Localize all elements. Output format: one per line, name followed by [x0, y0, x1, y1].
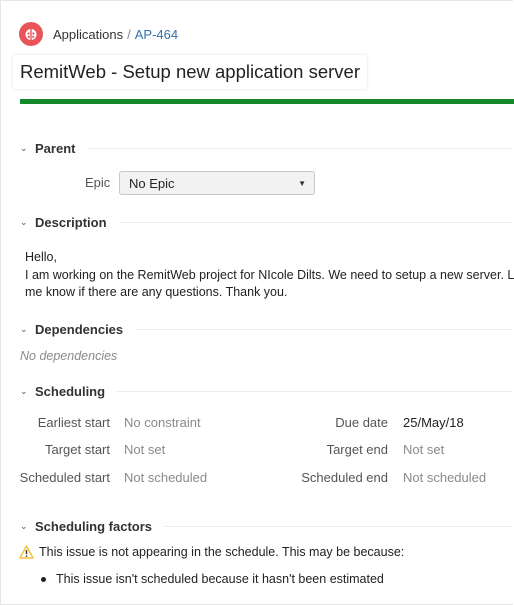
due-date-label: Due date	[335, 415, 388, 430]
breadcrumb: Applications / AP-464	[19, 21, 178, 47]
divider	[135, 328, 513, 330]
divider	[118, 221, 513, 223]
chevron-down-icon: ⌄	[20, 142, 28, 153]
description-line: I am working on the RemitWeb project for…	[25, 267, 514, 282]
bullet	[41, 576, 46, 582]
due-date-value[interactable]: 25/May/18	[403, 415, 464, 430]
section-heading-scheduling: Scheduling	[35, 383, 106, 399]
section-heading-dependencies: Dependencies	[35, 321, 124, 337]
schedule-warning-text: This issue is not appearing in the sched…	[39, 545, 405, 559]
breadcrumb-project[interactable]: Applications	[53, 27, 123, 42]
section-toggle-parent[interactable]: ⌄ Parent	[20, 139, 513, 157]
schedule-warning: This issue is not appearing in the sched…	[19, 545, 404, 559]
epic-label: Epic	[85, 175, 111, 190]
chevron-down-icon: ⌄	[20, 216, 28, 227]
earliest-start-value[interactable]: No constraint	[124, 415, 201, 430]
section-heading-scheduling-factors: Scheduling factors	[35, 518, 153, 534]
section-toggle-description[interactable]: ⌄ Description	[20, 213, 513, 231]
issue-title[interactable]: RemitWeb - Setup new application server	[13, 55, 367, 89]
progress-bar-fill	[20, 99, 514, 104]
chevron-down-icon: ⌄	[20, 323, 28, 334]
section-heading-parent: Parent	[35, 140, 76, 156]
section-toggle-scheduling-factors[interactable]: ⌄ Scheduling factors	[20, 517, 513, 535]
breadcrumb-separator: /	[127, 26, 131, 42]
target-end-label: Target end	[326, 442, 388, 457]
list-item: This issue isn't scheduled because it ha…	[41, 572, 384, 586]
scheduled-start-value: Not scheduled	[124, 470, 208, 485]
target-end-value[interactable]: Not set	[403, 442, 444, 457]
issue-panel: Applications / AP-464 RemitWeb - Setup n…	[0, 0, 514, 605]
scheduled-start-label: Scheduled start	[19, 470, 110, 485]
epic-select[interactable]: No Epic ▼	[119, 171, 315, 195]
scheduled-end-value: Not scheduled	[403, 470, 487, 485]
ladybug-icon[interactable]	[19, 22, 43, 46]
progress-bar	[20, 99, 514, 104]
divider	[117, 390, 513, 392]
section-toggle-scheduling[interactable]: ⌄ Scheduling	[20, 382, 513, 400]
chevron-down-icon: ⌄	[20, 520, 28, 531]
scheduled-end-label: Scheduled end	[301, 470, 388, 485]
issue-key-link[interactable]: AP-464	[135, 27, 178, 42]
earliest-start-label: Earliest start	[37, 415, 110, 430]
target-start-value[interactable]: Not set	[124, 442, 165, 457]
divider	[87, 147, 513, 149]
warning-icon	[19, 545, 34, 559]
description-line: Hello,	[25, 250, 57, 264]
issue-title-text: RemitWeb - Setup new application server	[20, 61, 361, 82]
description-line: me know if there are any questions. Than…	[25, 285, 288, 299]
epic-select-value: No Epic	[129, 175, 175, 191]
description-text[interactable]: Hello, I am working on the RemitWeb proj…	[25, 249, 514, 302]
no-dependencies-text: No dependencies	[20, 349, 118, 363]
reason-text: This issue isn't scheduled because it ha…	[56, 572, 384, 586]
divider	[164, 525, 513, 527]
chevron-down-icon: ⌄	[20, 385, 28, 396]
caret-down-icon: ▼	[298, 178, 306, 188]
section-heading-description: Description	[35, 214, 107, 230]
section-toggle-dependencies[interactable]: ⌄ Dependencies	[20, 320, 513, 338]
target-start-label: Target start	[44, 442, 110, 457]
